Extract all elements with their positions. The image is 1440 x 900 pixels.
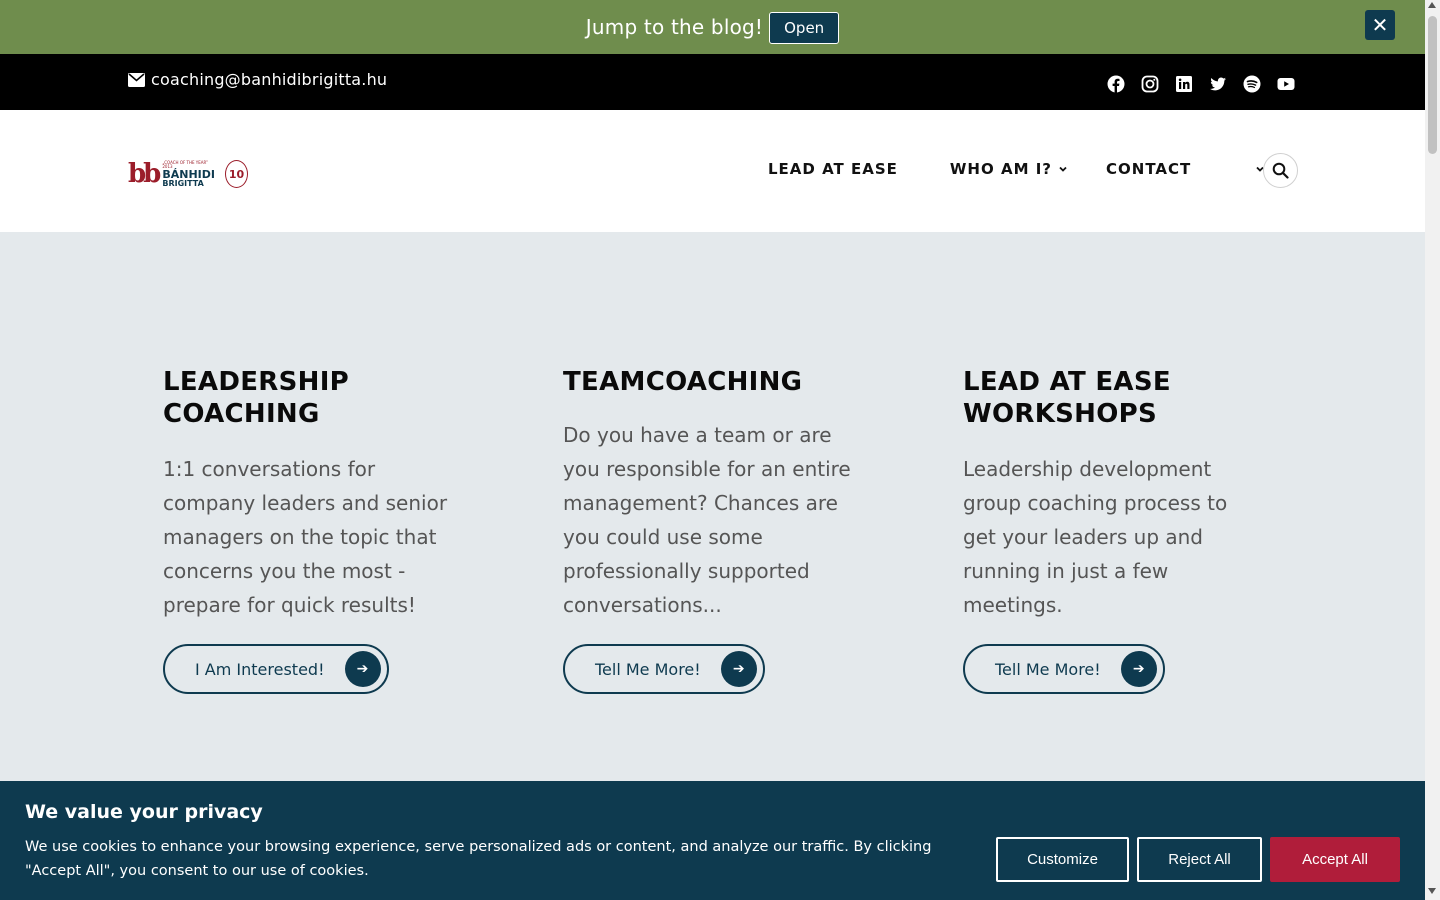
button-label: I Am Interested!: [195, 659, 325, 679]
scrollbar-thumb[interactable]: [1428, 16, 1437, 154]
award-badge: 10: [225, 160, 248, 188]
arrow-right-icon: ➔: [1120, 651, 1157, 687]
email-link[interactable]: coaching@banhidibrigitta.hu: [128, 70, 387, 89]
card-description: Do you have a team or are you responsibl…: [563, 423, 851, 617]
linkedin-icon[interactable]: [1174, 74, 1193, 93]
scroll-down-arrow-icon[interactable]: [1428, 888, 1436, 894]
card-title: LEADERSHIP COACHING: [163, 367, 350, 429]
envelope-icon: [128, 72, 145, 87]
facebook-icon[interactable]: [1106, 74, 1125, 93]
notification-text: Jump to the blog!: [585, 15, 764, 39]
card-title: LEAD AT EASE WORKSHOPS: [963, 367, 1171, 429]
nav-item-label: CONTACT: [1106, 160, 1192, 178]
nav-item-contact[interactable]: CONTACT: [1106, 160, 1191, 178]
card-description: Leadership development group coaching pr…: [963, 457, 1228, 617]
cookie-text: We use cookies to enhance your browsing …: [25, 839, 932, 879]
search-button[interactable]: [1263, 153, 1298, 188]
nav-item-who-am-i[interactable]: WHO AM I?: [950, 160, 1068, 178]
nav-item-label: LEAD AT EASE: [768, 160, 898, 178]
main-nav: LEAD AT EASE WHO AM I? CONTACT: [768, 160, 1265, 178]
page-scrollbar[interactable]: [1425, 0, 1440, 900]
i-am-interested-button[interactable]: I Am Interested! ➔: [163, 644, 389, 694]
button-label: Tell Me More!: [995, 659, 1101, 679]
cookie-banner: We value your privacy We use cookies to …: [0, 781, 1425, 900]
contact-bar: coaching@banhidibrigitta.hu: [0, 54, 1425, 110]
card-description: 1:1 conversations for company leaders an…: [163, 457, 448, 617]
nav-item-lead-at-ease[interactable]: LEAD AT EASE: [768, 160, 898, 178]
tell-me-more-button[interactable]: Tell Me More! ➔: [963, 644, 1165, 694]
customize-button[interactable]: Customize: [996, 837, 1129, 882]
service-card-leadership: LEADERSHIP COACHING 1:1 conversations fo…: [163, 366, 483, 694]
reject-all-button[interactable]: Reject All: [1137, 837, 1262, 882]
site-logo[interactable]: bb „COACH OF THE YEAR” 2013 BÁNHIDI BRIG…: [128, 158, 248, 190]
logo-name: BÁNHIDI: [162, 167, 215, 181]
close-notification-button[interactable]: ✕: [1365, 10, 1395, 40]
card-title: TEAMCOACHING: [563, 367, 803, 397]
arrow-right-icon: ➔: [720, 651, 757, 687]
button-label: Tell Me More!: [595, 659, 701, 679]
search-icon: [1272, 162, 1289, 179]
logo-subname: BRIGITTA: [162, 178, 204, 188]
nav-item-label: WHO AM I?: [949, 160, 1053, 178]
site-header: bb „COACH OF THE YEAR” 2013 BÁNHIDI BRIG…: [0, 110, 1425, 232]
twitter-icon[interactable]: [1208, 74, 1227, 93]
tell-me-more-button[interactable]: Tell Me More! ➔: [563, 644, 765, 694]
spotify-icon[interactable]: [1242, 74, 1261, 93]
cookie-title: We value your privacy: [25, 801, 263, 823]
service-card-workshops: LEAD AT EASE WORKSHOPS Leadership develo…: [963, 366, 1283, 694]
logo-wordmark: „COACH OF THE YEAR” 2013 BÁNHIDI BRIGITT…: [162, 160, 215, 188]
logo-monogram: bb: [128, 159, 161, 189]
accept-all-button[interactable]: Accept All: [1270, 837, 1400, 882]
notification-bar: Jump to the blog! Open ✕: [0, 0, 1425, 54]
youtube-icon[interactable]: [1276, 74, 1295, 93]
instagram-icon[interactable]: [1140, 74, 1159, 93]
open-blog-button[interactable]: Open: [769, 12, 840, 44]
arrow-right-icon: ➔: [344, 651, 381, 687]
email-address: coaching@banhidibrigitta.hu: [151, 70, 388, 89]
social-links: [1106, 74, 1295, 93]
scroll-up-arrow-icon[interactable]: [1428, 2, 1436, 8]
service-card-teamcoaching: TEAMCOACHING Do you have a team or are y…: [563, 366, 883, 694]
chevron-down-icon: [1059, 166, 1067, 172]
